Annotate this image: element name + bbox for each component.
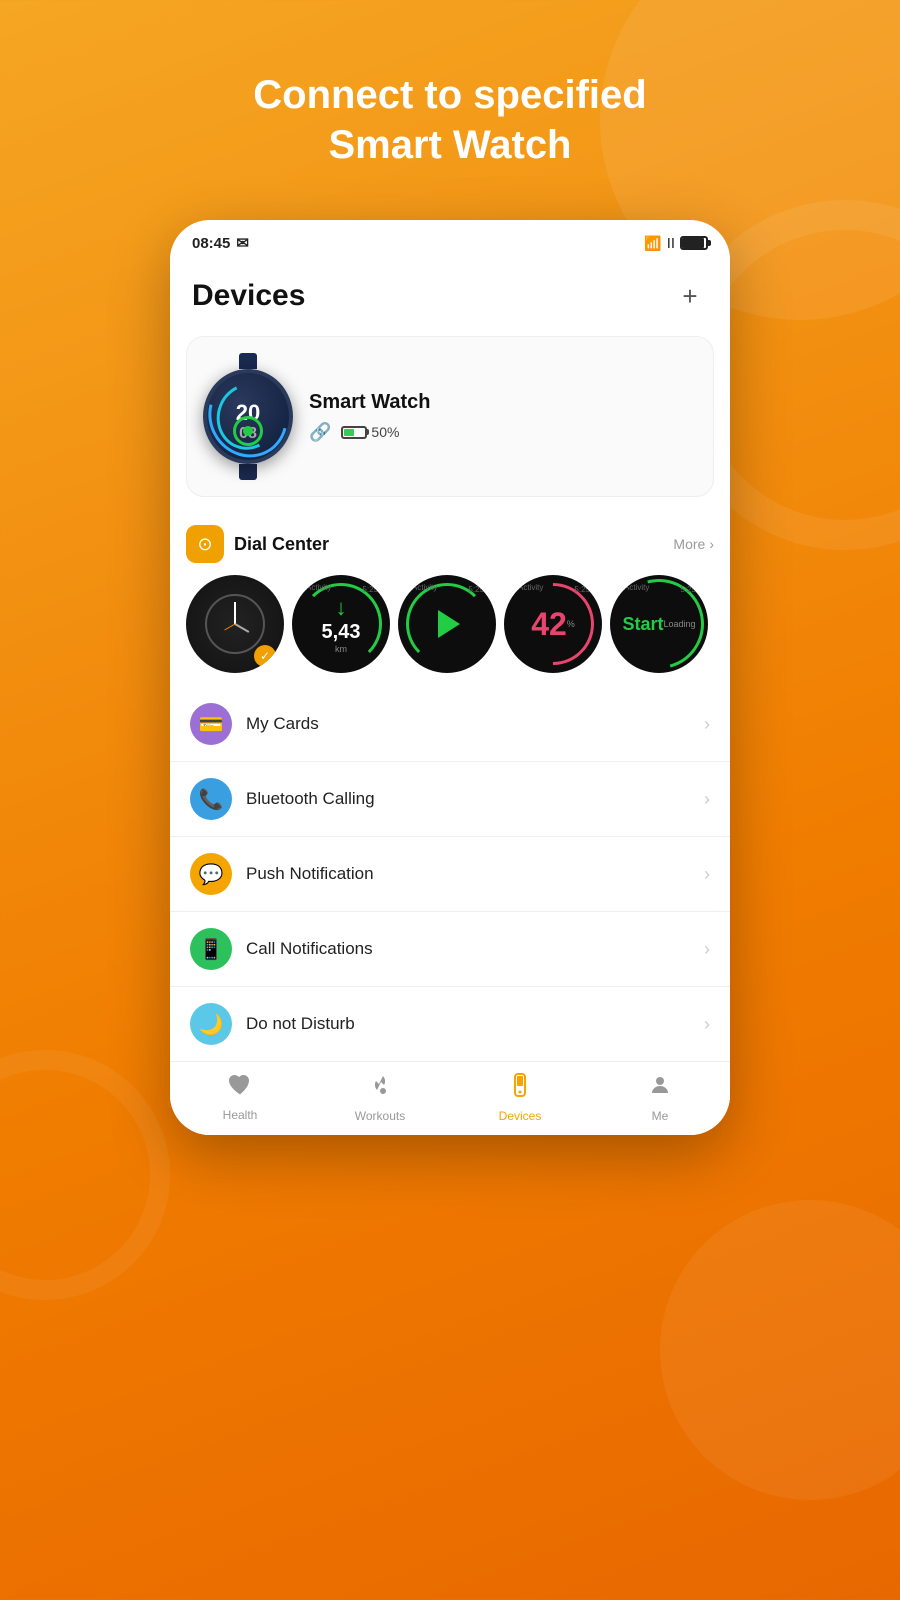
watch-face: 20 08 bbox=[203, 369, 293, 464]
phone-frame: 08:45 ✉ 📶 ⅠⅠ Devices + 20 bbox=[170, 220, 730, 1135]
my-cards-icon: 💳 bbox=[190, 703, 232, 745]
watch-info: Smart Watch 🔗 50% bbox=[309, 391, 697, 443]
do-not-disturb-label: Do not Disturb bbox=[246, 1014, 690, 1034]
menu-item-call-notifications[interactable]: 📱 Call Notifications › bbox=[170, 912, 730, 987]
app-content: Devices + 20 08 bbox=[170, 260, 730, 1135]
devices-icon bbox=[507, 1072, 533, 1105]
watch-name: Smart Watch bbox=[309, 391, 697, 414]
watch-faces-row: 5:25 ↓Activity ↓ 5,43 km ↓Activity 5:25 bbox=[186, 575, 714, 673]
menu-item-my-cards[interactable]: 💳 My Cards › bbox=[170, 687, 730, 762]
call-notifications-icon: 📱 bbox=[190, 928, 232, 970]
me-nav-label: Me bbox=[652, 1109, 669, 1123]
status-icons: 📶 ⅠⅠ bbox=[644, 235, 708, 252]
more-link[interactable]: More › bbox=[673, 536, 714, 552]
status-time: 08:45 ✉ bbox=[192, 234, 249, 252]
bluetooth-calling-icon: 📞 bbox=[190, 778, 232, 820]
workouts-nav-label: Workouts bbox=[355, 1109, 405, 1123]
watch-face-4[interactable]: ↓Activity 5:25 42 % bbox=[504, 575, 602, 673]
dial-center-icon: ⊙ bbox=[186, 525, 224, 563]
battery-icon bbox=[680, 236, 708, 250]
chevron-push: › bbox=[704, 864, 710, 885]
device-card[interactable]: 20 08 Smart Watch 🔗 bbox=[186, 336, 714, 497]
health-nav-label: Health bbox=[223, 1108, 258, 1122]
wifi-icon: 📶 bbox=[644, 235, 661, 252]
chevron-dnd: › bbox=[704, 1014, 710, 1035]
menu-item-bluetooth-calling[interactable]: 📞 Bluetooth Calling › bbox=[170, 762, 730, 837]
chevron-bluetooth: › bbox=[704, 789, 710, 810]
battery-status: 50% bbox=[341, 424, 399, 440]
page-title: Devices bbox=[192, 279, 305, 313]
app-page-header: Devices + bbox=[170, 260, 730, 326]
watch-face-5[interactable]: ↓Activity 5:25 Start Loading bbox=[610, 575, 708, 673]
dial-center-section: ⊙ Dial Center More › bbox=[170, 513, 730, 685]
watch-image: 20 08 bbox=[203, 353, 293, 480]
dial-center-label: Dial Center bbox=[234, 534, 329, 555]
page-header-title: Connect to specified Smart Watch bbox=[253, 70, 646, 170]
nav-item-health[interactable]: Health bbox=[210, 1073, 270, 1122]
chevron-call: › bbox=[704, 939, 710, 960]
add-device-button[interactable]: + bbox=[672, 278, 708, 314]
chevron-my-cards: › bbox=[704, 714, 710, 735]
devices-nav-label: Devices bbox=[499, 1109, 542, 1123]
watch-face-2[interactable]: 5:25 ↓Activity ↓ 5,43 km bbox=[292, 575, 390, 673]
watch-face-1[interactable] bbox=[186, 575, 284, 673]
status-bar: 08:45 ✉ 📶 ⅠⅠ bbox=[170, 220, 730, 260]
nav-item-devices[interactable]: Devices bbox=[490, 1072, 550, 1123]
signal-icon: ⅠⅠ bbox=[667, 235, 675, 252]
nav-item-workouts[interactable]: Workouts bbox=[350, 1072, 410, 1123]
mail-icon: ✉ bbox=[236, 234, 249, 252]
me-icon bbox=[647, 1072, 673, 1105]
dial-center-header: ⊙ Dial Center More › bbox=[186, 525, 714, 563]
menu-list: 💳 My Cards › 📞 Bluetooth Calling › 💬 Pus… bbox=[170, 687, 730, 1061]
watch-face-3[interactable]: ↓Activity 5:25 bbox=[398, 575, 496, 673]
my-cards-label: My Cards bbox=[246, 714, 690, 734]
call-notifications-label: Call Notifications bbox=[246, 939, 690, 959]
menu-item-do-not-disturb[interactable]: 🌙 Do not Disturb › bbox=[170, 987, 730, 1061]
do-not-disturb-icon: 🌙 bbox=[190, 1003, 232, 1045]
workouts-icon bbox=[367, 1072, 393, 1105]
push-notification-label: Push Notification bbox=[246, 864, 690, 884]
watch-status: 🔗 50% bbox=[309, 422, 697, 443]
bluetooth-calling-label: Bluetooth Calling bbox=[246, 789, 690, 809]
nav-item-me[interactable]: Me bbox=[630, 1072, 690, 1123]
link-icon: 🔗 bbox=[309, 422, 331, 443]
bottom-nav: Health Workouts bbox=[170, 1061, 730, 1135]
menu-item-push-notification[interactable]: 💬 Push Notification › bbox=[170, 837, 730, 912]
health-icon bbox=[227, 1073, 253, 1104]
push-notification-icon: 💬 bbox=[190, 853, 232, 895]
